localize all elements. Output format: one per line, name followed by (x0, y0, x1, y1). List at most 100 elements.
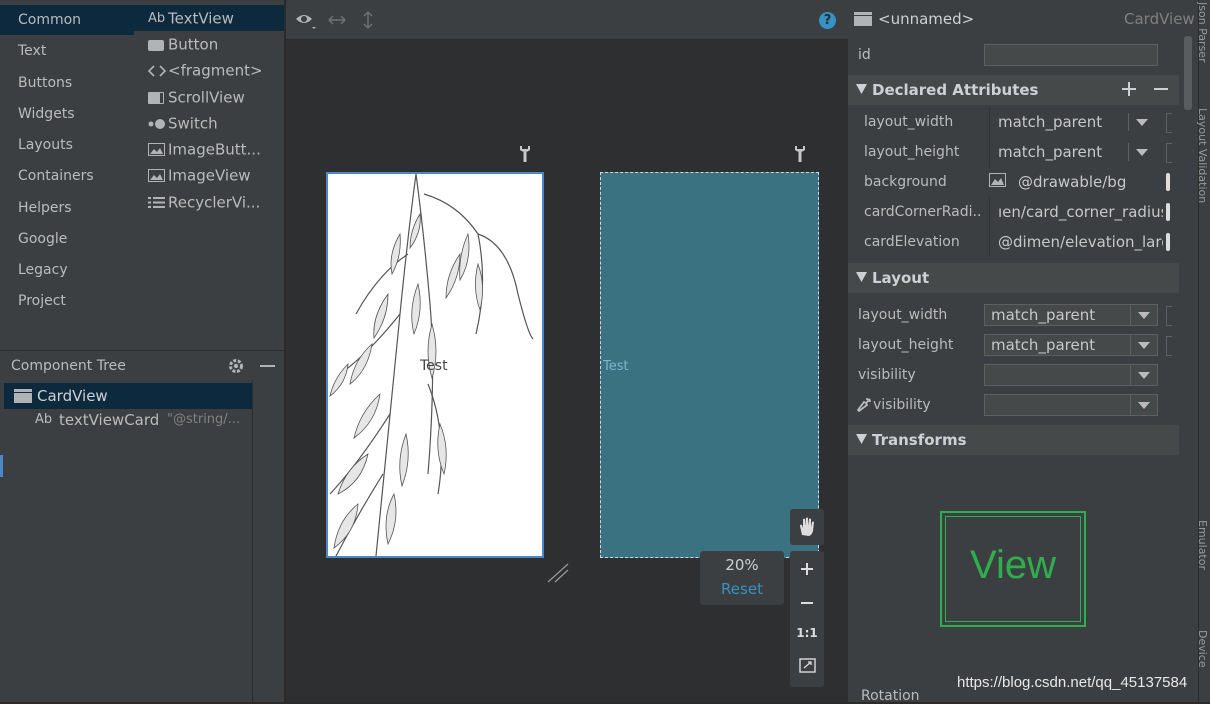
component-tree-title: Component Tree (11, 358, 126, 374)
textview-icon: Ab (35, 412, 53, 427)
layout-width-combo[interactable]: match_parent (984, 304, 1158, 326)
tools-visibility-combo[interactable] (984, 394, 1158, 416)
zoom-in-icon[interactable] (800, 562, 814, 576)
reset-zoom-link[interactable]: Reset (700, 580, 784, 598)
layout-row-visibility: visibility (848, 360, 1179, 390)
palette-item-button[interactable]: Button (134, 31, 284, 57)
resource-picker-edge[interactable] (1166, 173, 1170, 191)
resource-picker-edge[interactable] (1166, 203, 1170, 221)
palette-category-layouts[interactable]: Layouts (0, 130, 134, 160)
tree-node-textviewcard[interactable]: Ab textViewCard "@string/... (4, 407, 252, 433)
attr-name: layout_height (864, 144, 960, 160)
chevron-down-icon[interactable] (1130, 335, 1157, 355)
side-tab-layout-validation[interactable]: Layout Validation (1196, 108, 1209, 230)
palette-item-label: ImageButt... (168, 140, 261, 159)
palette-category-project[interactable]: Project (0, 286, 134, 316)
resource-picker-edge[interactable] (1166, 336, 1172, 356)
actual-size-button[interactable]: 1:1 (790, 626, 824, 640)
palette-item-label: RecyclerVi... (168, 193, 261, 212)
transforms-section-header[interactable]: Transforms (848, 425, 1179, 455)
palette-category-buttons[interactable]: Buttons (0, 68, 134, 98)
layout-section-title: Layout (872, 269, 930, 287)
help-icon[interactable]: ? (819, 12, 836, 29)
combo-value: match_parent (991, 336, 1096, 354)
vertical-resize-icon[interactable] (363, 11, 373, 29)
wrench-icon (857, 398, 871, 412)
attr-row-card-elevation: cardElevation @dimen/elevation_larg (848, 227, 1179, 257)
design-text-label[interactable]: Test (420, 358, 448, 374)
resize-handle-icon[interactable] (546, 562, 570, 584)
palette-category-common[interactable]: Common (0, 5, 134, 35)
blueprint-preview-screen[interactable]: Test (600, 172, 819, 558)
palette-category-containers[interactable]: Containers (0, 161, 134, 191)
pan-tool-button[interactable] (790, 509, 824, 545)
wrench-icon[interactable] (518, 145, 532, 163)
palette-category-google[interactable]: Google (0, 224, 134, 254)
attr-value[interactable]: ıen/card_corner_radius (989, 197, 1163, 227)
attr-value[interactable]: @drawable/bg (1010, 167, 1160, 197)
blueprint-text-label[interactable]: Test (603, 359, 629, 374)
palette-item-fragment[interactable]: <fragment> (134, 57, 284, 83)
imagebutton-icon (148, 143, 168, 156)
resource-picker-edge[interactable] (1166, 233, 1170, 251)
collapse-arrow-icon[interactable] (856, 272, 867, 282)
layout-section-header[interactable]: Layout (848, 263, 1179, 293)
zoom-out-icon[interactable] (800, 596, 814, 610)
zoom-percent: 20% (725, 556, 759, 574)
chevron-down-icon[interactable] (1130, 365, 1157, 385)
horizontal-resize-icon[interactable] (328, 15, 346, 25)
design-preview-screen[interactable]: Test (326, 172, 544, 558)
chevron-down-icon[interactable] (1128, 143, 1154, 161)
switch-icon (148, 118, 168, 130)
tree-node-cardview[interactable]: CardView (4, 383, 252, 409)
attr-name: cardCornerRadi... (864, 204, 982, 220)
side-tab-json-parser[interactable]: Json Parser (1196, 2, 1209, 64)
palette-item-label: ImageView (168, 166, 251, 185)
palette-item-textview[interactable]: Ab TextView (134, 5, 284, 31)
collapse-arrow-icon[interactable] (856, 84, 867, 94)
collapse-arrow-icon[interactable] (856, 434, 867, 444)
declared-attributes-header[interactable]: Declared Attributes (848, 75, 1179, 105)
palette-category-text[interactable]: Text (0, 36, 134, 66)
attr-name: cardElevation (864, 234, 960, 250)
fit-screen-icon[interactable] (799, 658, 816, 673)
zoom-toolbar: 1:1 (790, 551, 824, 687)
right-tool-strip: Json Parser Layout Validation Emulator D… (1196, 0, 1210, 702)
gear-icon[interactable] (227, 357, 245, 375)
chevron-down-icon[interactable] (1128, 113, 1154, 131)
side-tab-device[interactable]: Device (1196, 630, 1209, 702)
resource-picker-edge[interactable] (1166, 306, 1172, 326)
component-tree-body: CardView Ab textViewCard "@string/... (0, 380, 284, 702)
layout-height-combo[interactable]: match_parent (984, 334, 1158, 356)
palette-category-helpers[interactable]: Helpers (0, 193, 134, 223)
attr-name: layout_height (858, 337, 954, 353)
attr-value[interactable]: @dimen/elevation_larg (989, 227, 1163, 257)
recyclerview-icon (148, 196, 168, 209)
wrench-icon[interactable] (793, 145, 807, 163)
attributes-panel: <unnamed> CardView id Declared Attribute… (848, 0, 1198, 704)
transforms-section-title: Transforms (872, 431, 967, 449)
resource-picker-edge[interactable] (1166, 113, 1172, 133)
side-tab-emulator[interactable]: Emulator (1196, 520, 1209, 592)
palette-category-legacy[interactable]: Legacy (0, 255, 134, 285)
attr-row-layout-height: layout_height match_parent (848, 137, 1179, 167)
add-attribute-icon[interactable] (1122, 82, 1136, 96)
component-tree-header: Component Tree (0, 350, 284, 380)
id-field[interactable] (984, 44, 1158, 66)
chevron-down-icon[interactable] (1130, 305, 1157, 325)
resource-picker-edge[interactable] (1166, 143, 1172, 163)
minimize-icon[interactable] (260, 365, 275, 367)
palette-item-imageview[interactable]: ImageView (134, 162, 284, 188)
eye-icon[interactable] (295, 12, 317, 30)
visibility-combo[interactable] (984, 364, 1158, 386)
attributes-scrollbar[interactable] (1184, 36, 1192, 110)
palette-item-scrollview[interactable]: ScrollView (134, 84, 284, 110)
palette-item-imagebutton[interactable]: ImageButt... (134, 136, 284, 162)
chevron-down-icon[interactable] (1130, 395, 1157, 415)
palette-item-recyclerview[interactable]: RecyclerVi... (134, 189, 284, 215)
palette-item-switch[interactable]: Switch (134, 110, 284, 136)
cardview-icon (14, 389, 32, 403)
palette-category-widgets[interactable]: Widgets (0, 99, 134, 129)
remove-attribute-icon[interactable] (1154, 88, 1168, 90)
image-icon (989, 173, 1006, 187)
